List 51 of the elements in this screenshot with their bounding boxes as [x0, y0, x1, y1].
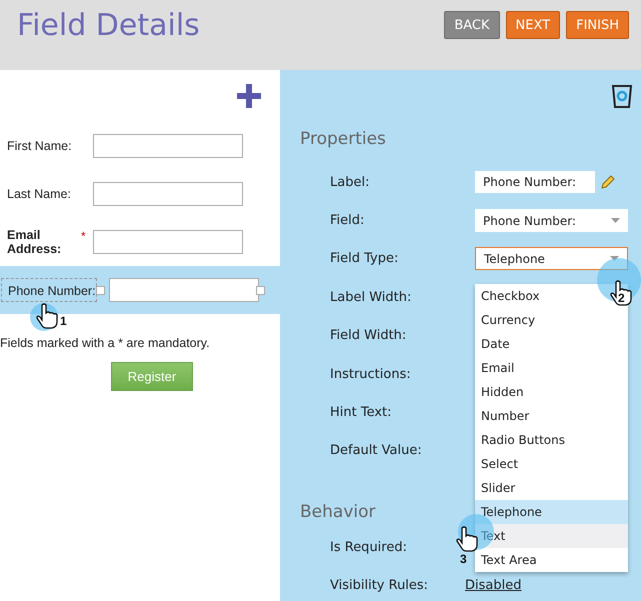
select-field[interactable]: Telephone [475, 247, 628, 270]
dropdown-option[interactable]: Slider [475, 476, 628, 500]
property-label: Default Value: [330, 443, 422, 458]
text-field[interactable] [109, 278, 259, 302]
property-label: Field Type: [330, 251, 398, 266]
select-field[interactable]: Phone Number: [475, 209, 628, 232]
field-label: First Name: [6, 138, 73, 154]
step-number: 3 [460, 552, 467, 566]
mandatory-note: Fields marked with a * are mandatory. [0, 336, 210, 350]
dropdown-option[interactable]: Text Area [475, 548, 628, 572]
plus-icon[interactable] [237, 84, 261, 108]
property-label: Is Required: [330, 540, 407, 555]
trash-icon[interactable] [612, 84, 632, 108]
text-field[interactable] [93, 182, 243, 206]
text-field[interactable] [93, 230, 243, 254]
dropdown-option[interactable]: Hidden [475, 380, 628, 404]
dropdown-option[interactable]: Select [475, 452, 628, 476]
caret-icon [610, 256, 619, 262]
dropdown-option[interactable]: Radio Buttons [475, 428, 628, 452]
property-label: Instructions: [330, 366, 411, 382]
pointer-hand-icon [456, 526, 478, 552]
property-label: Label: [330, 174, 370, 190]
dropdown-option[interactable]: Date [475, 332, 628, 356]
page-title: Field Details [17, 8, 200, 43]
pointer-hand-icon [36, 303, 58, 329]
label-field[interactable]: Phone Number: [475, 171, 595, 194]
property-label: Hint Text: [330, 405, 392, 420]
text-field[interactable] [93, 134, 243, 158]
section-heading: Behavior [300, 502, 376, 522]
resize-handle[interactable] [256, 286, 265, 295]
section-heading: Properties [300, 129, 386, 149]
resize-handle[interactable] [96, 286, 105, 295]
pointer-hand-icon [610, 280, 632, 306]
property-label: Label Width: [330, 290, 412, 305]
step-number: 2 [618, 291, 625, 305]
selected-form-row[interactable]: Phone Number: [0, 266, 280, 314]
dropdown-option[interactable]: Number [475, 404, 628, 428]
property-label: Visibility Rules: [330, 578, 428, 594]
dropdown-option[interactable]: Currency [475, 308, 628, 332]
dropdown-option[interactable]: Telephone [475, 500, 628, 524]
dropdown-option[interactable]: Email [475, 356, 628, 380]
required-mark: * [81, 229, 87, 243]
step-number: 1 [60, 314, 67, 328]
field-label: Email Address: [6, 227, 62, 257]
field-label: Last Name: [6, 186, 72, 202]
property-label: Field: [330, 213, 364, 228]
caret-icon [611, 218, 620, 224]
back-button[interactable]: BACK [444, 11, 500, 39]
property-label: Field Width: [330, 328, 406, 344]
pencil-icon[interactable] [600, 174, 616, 190]
visibility-link[interactable]: Disabled [465, 578, 522, 594]
